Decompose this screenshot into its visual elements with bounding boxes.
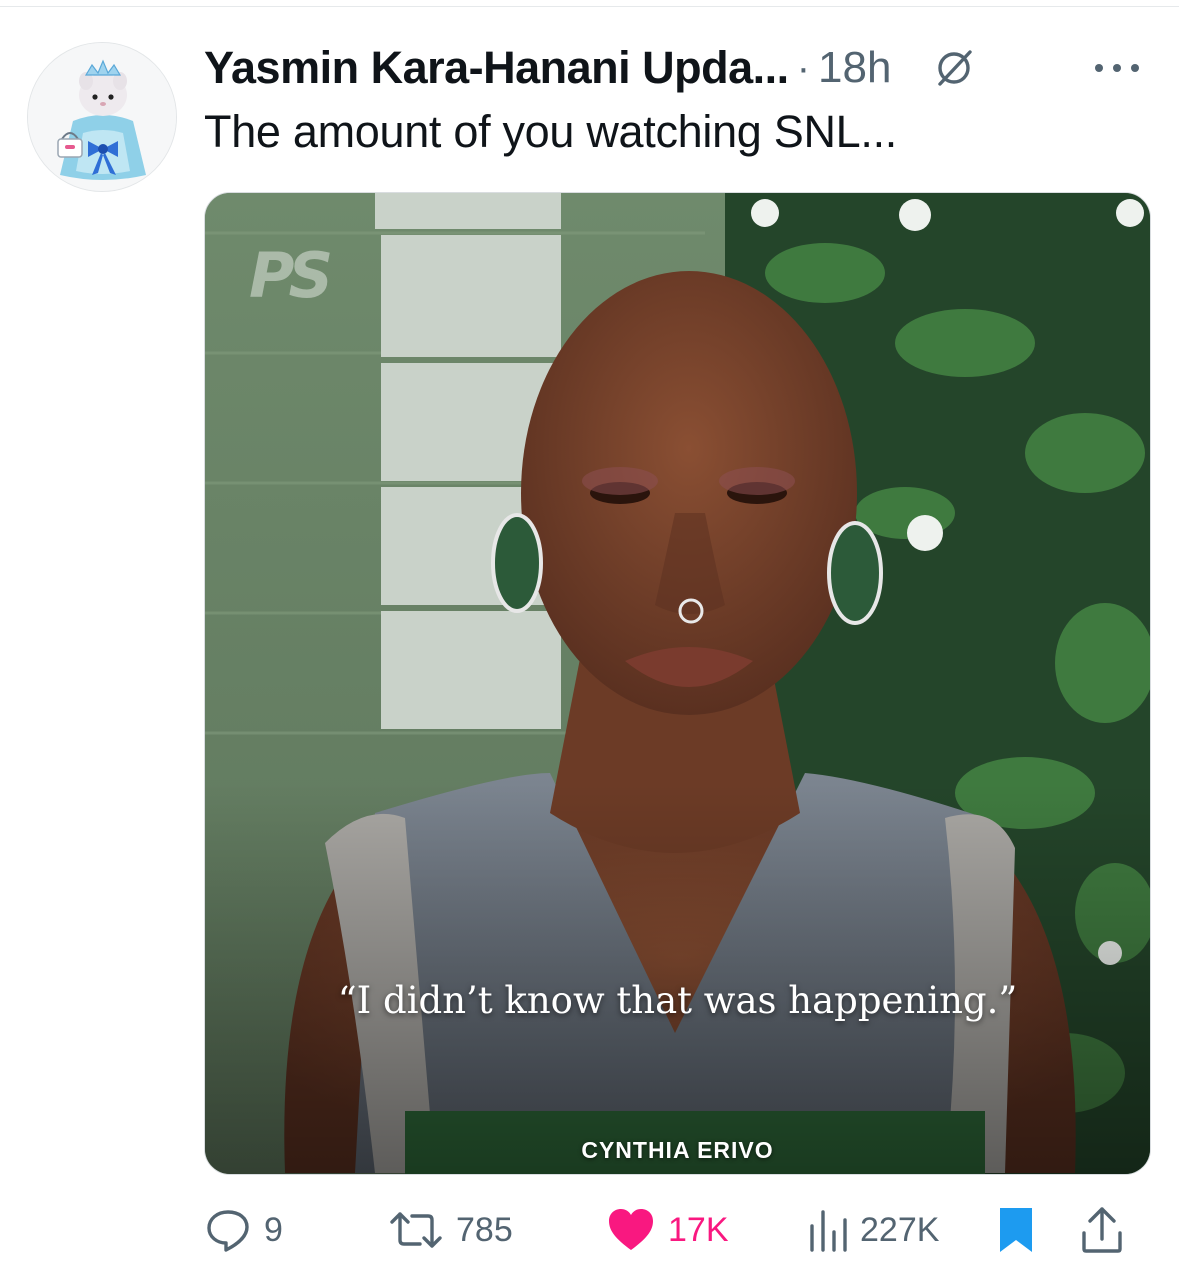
more-icon[interactable] — [1090, 48, 1144, 88]
photo-scene — [205, 193, 1150, 1174]
tweet-actions: 9 785 17K 227K — [204, 1203, 1149, 1257]
view-count: 227K — [860, 1210, 940, 1249]
timestamp[interactable]: 18h — [818, 43, 891, 93]
retweet-icon — [390, 1212, 442, 1248]
share-icon — [1082, 1207, 1122, 1253]
like-count: 17K — [668, 1210, 729, 1249]
separator-dot: · — [796, 45, 811, 90]
share-button[interactable] — [1080, 1203, 1124, 1257]
image-caption: CYNTHIA ERIVO — [581, 1137, 774, 1163]
ps-watermark: PS — [249, 239, 333, 312]
tweet-media-image[interactable]: PS “I didn’t know that was happening.” C… — [204, 192, 1151, 1175]
heart-icon — [609, 1209, 653, 1250]
tweet-header: Yasmin Kara-Hanani Upda... · 18h — [204, 40, 1154, 96]
like-button[interactable]: 17K — [606, 1203, 729, 1257]
views-icon — [810, 1210, 847, 1252]
top-divider — [0, 6, 1179, 7]
image-quote: “I didn’t know that was happening.” — [337, 979, 1018, 1022]
retweet-button[interactable]: 785 — [388, 1203, 513, 1257]
author-avatar[interactable] — [27, 42, 177, 192]
reply-button[interactable]: 9 — [204, 1203, 283, 1257]
reply-icon — [207, 1210, 249, 1252]
author-name[interactable]: Yasmin Kara-Hanani Upda... — [204, 42, 789, 94]
tweet-text: The amount of you watching SNL... — [204, 106, 897, 157]
bookmark-button[interactable] — [996, 1203, 1036, 1257]
bookmark-icon — [1000, 1208, 1032, 1252]
reply-count: 9 — [264, 1210, 283, 1249]
views-button[interactable]: 227K — [808, 1203, 939, 1257]
retweet-count: 785 — [456, 1210, 513, 1249]
doll-avatar-icon — [28, 43, 176, 191]
grok-icon[interactable] — [931, 45, 977, 91]
